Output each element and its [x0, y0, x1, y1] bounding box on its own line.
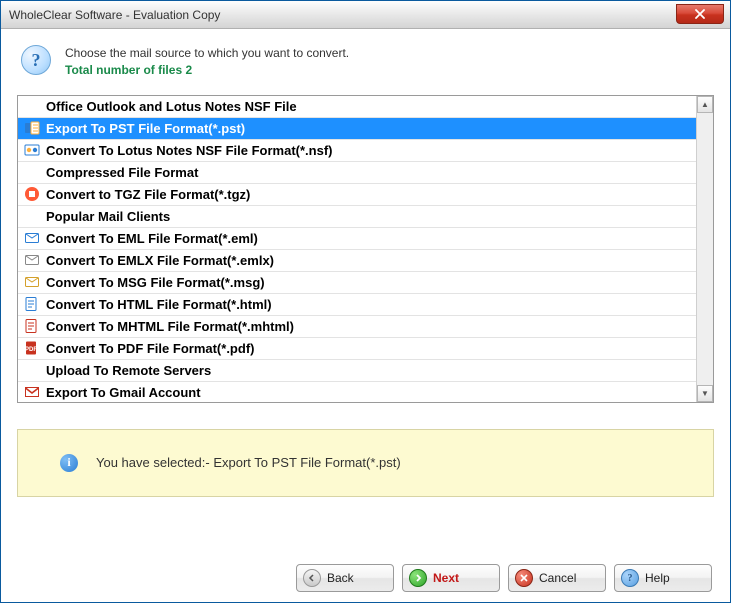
- format-option-mhtml[interactable]: Convert To MHTML File Format(*.mhtml): [18, 316, 696, 338]
- back-label: Back: [327, 571, 354, 585]
- help-button[interactable]: ? Help: [614, 564, 712, 592]
- format-option-label: Convert To PDF File Format(*.pdf): [46, 341, 254, 356]
- format-option-msg[interactable]: Convert To MSG File Format(*.msg): [18, 272, 696, 294]
- selection-info-text: You have selected:- Export To PST File F…: [96, 455, 401, 470]
- file-count-prefix: Total number of files: [65, 63, 185, 77]
- list-group-title: Office Outlook and Lotus Notes NSF File: [46, 99, 297, 114]
- selection-value: Export To PST File Format(*.pst): [213, 455, 400, 470]
- outlook-pst-icon: [24, 120, 40, 136]
- scroll-up-button[interactable]: ▲: [697, 96, 713, 113]
- window-title: WholeClear Software - Evaluation Copy: [9, 8, 220, 22]
- arrow-left-icon: [303, 569, 321, 587]
- help-icon: ?: [621, 569, 639, 587]
- format-option-label: Convert to TGZ File Format(*.tgz): [46, 187, 250, 202]
- format-option-pdf[interactable]: PDF Convert To PDF File Format(*.pdf): [18, 338, 696, 360]
- selection-prefix: You have selected:-: [96, 455, 213, 470]
- content-area: ? Choose the mail source to which you wa…: [1, 29, 730, 497]
- format-option-emlx[interactable]: Convert To EMLX File Format(*.emlx): [18, 250, 696, 272]
- instruction-text: Choose the mail source to which you want…: [65, 45, 349, 79]
- pdf-icon: PDF: [24, 340, 40, 356]
- vertical-scrollbar[interactable]: ▲ ▼: [696, 96, 713, 402]
- format-list: Office Outlook and Lotus Notes NSF File E…: [18, 96, 696, 402]
- file-count-value: 2: [185, 63, 192, 77]
- gmail-icon: [24, 384, 40, 400]
- format-option-pst[interactable]: Export To PST File Format(*.pst): [18, 118, 696, 140]
- format-option-label: Convert To EML File Format(*.eml): [46, 231, 258, 246]
- format-option-label: Convert To HTML File Format(*.html): [46, 297, 272, 312]
- title-bar: WholeClear Software - Evaluation Copy: [1, 1, 730, 29]
- selection-info-panel: i You have selected:- Export To PST File…: [17, 429, 714, 497]
- mhtml-icon: [24, 318, 40, 334]
- next-label: Next: [433, 571, 459, 585]
- format-option-html[interactable]: Convert To HTML File Format(*.html): [18, 294, 696, 316]
- format-option-eml[interactable]: Convert To EML File Format(*.eml): [18, 228, 696, 250]
- close-icon: [695, 9, 705, 19]
- app-window: WholeClear Software - Evaluation Copy ? …: [0, 0, 731, 603]
- help-label: Help: [645, 571, 670, 585]
- instruction-prompt: Choose the mail source to which you want…: [65, 45, 349, 62]
- next-button[interactable]: Next: [402, 564, 500, 592]
- wizard-button-bar: Back Next Cancel ? Help: [296, 564, 712, 592]
- format-option-label: Export To PST File Format(*.pst): [46, 121, 245, 136]
- lotus-nsf-icon: [24, 142, 40, 158]
- format-option-label: Convert To MSG File Format(*.msg): [46, 275, 265, 290]
- list-group-header: Compressed File Format: [18, 162, 696, 184]
- format-option-label: Convert To MHTML File Format(*.mhtml): [46, 319, 294, 334]
- arrow-right-icon: [409, 569, 427, 587]
- list-group-title: Popular Mail Clients: [46, 209, 170, 224]
- cancel-label: Cancel: [539, 571, 576, 585]
- svg-text:PDF: PDF: [25, 347, 37, 353]
- eml-icon: [24, 230, 40, 246]
- format-option-tgz[interactable]: Convert to TGZ File Format(*.tgz): [18, 184, 696, 206]
- list-group-header: Popular Mail Clients: [18, 206, 696, 228]
- format-option-label: Export To Gmail Account: [46, 385, 201, 400]
- format-option-gmail[interactable]: Export To Gmail Account: [18, 382, 696, 402]
- cancel-icon: [515, 569, 533, 587]
- format-option-label: Convert To EMLX File Format(*.emlx): [46, 253, 274, 268]
- close-button[interactable]: [676, 4, 724, 24]
- question-icon: ?: [21, 45, 51, 75]
- file-count-line: Total number of files 2: [65, 62, 349, 79]
- tgz-icon: [24, 186, 40, 202]
- html-icon: [24, 296, 40, 312]
- list-group-title: Upload To Remote Servers: [46, 363, 211, 378]
- scroll-down-button[interactable]: ▼: [697, 385, 713, 402]
- list-group-header: Office Outlook and Lotus Notes NSF File: [18, 96, 696, 118]
- instruction-header: ? Choose the mail source to which you wa…: [17, 45, 714, 79]
- cancel-button[interactable]: Cancel: [508, 564, 606, 592]
- format-list-panel: Office Outlook and Lotus Notes NSF File E…: [17, 95, 714, 403]
- format-option-label: Convert To Lotus Notes NSF File Format(*…: [46, 143, 333, 158]
- back-button[interactable]: Back: [296, 564, 394, 592]
- scroll-track[interactable]: [697, 113, 713, 385]
- emlx-icon: [24, 252, 40, 268]
- list-group-header: Upload To Remote Servers: [18, 360, 696, 382]
- list-group-title: Compressed File Format: [46, 165, 198, 180]
- msg-icon: [24, 274, 40, 290]
- format-option-nsf[interactable]: Convert To Lotus Notes NSF File Format(*…: [18, 140, 696, 162]
- info-icon: i: [60, 454, 78, 472]
